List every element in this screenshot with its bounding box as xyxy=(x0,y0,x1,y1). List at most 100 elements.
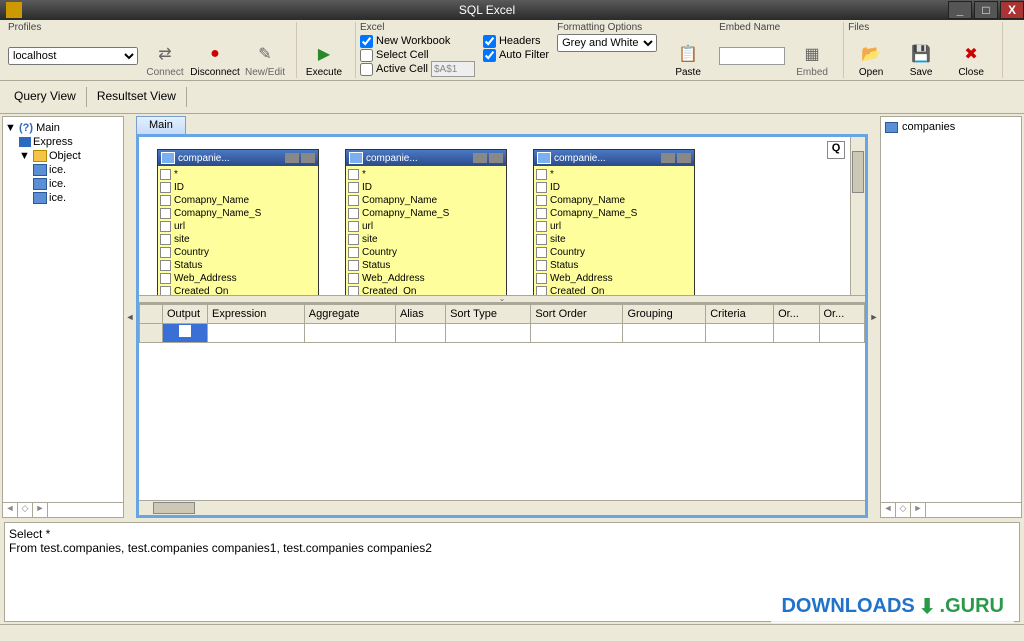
field-item[interactable]: Comapny_Name_S xyxy=(348,207,504,220)
tree-ice-2[interactable]: ice. xyxy=(5,191,121,205)
field-item[interactable]: Status xyxy=(160,259,316,272)
select-cell-check[interactable]: Select Cell xyxy=(360,48,475,62)
files-label: Files xyxy=(848,22,994,33)
field-item[interactable]: ID xyxy=(160,181,316,194)
field-item[interactable]: Created_On xyxy=(348,285,504,295)
field-item[interactable]: * xyxy=(160,168,316,181)
field-item[interactable]: Web_Address xyxy=(160,272,316,285)
newedit-button[interactable]: ✎New/Edit xyxy=(242,34,288,78)
field-item[interactable]: Country xyxy=(348,246,504,259)
excel-label: Excel xyxy=(360,22,475,33)
left-nav-next[interactable]: ► xyxy=(33,503,48,517)
close-icon: ✖ xyxy=(960,43,982,65)
tree-ice-1[interactable]: ice. xyxy=(5,177,121,191)
grid-header[interactable]: Sort Type xyxy=(446,304,531,323)
field-item[interactable]: site xyxy=(160,233,316,246)
table-list-item[interactable]: companies xyxy=(885,121,1017,133)
close-window-button[interactable]: X xyxy=(1000,1,1024,19)
field-item[interactable]: * xyxy=(348,168,504,181)
headers-check[interactable]: Headers xyxy=(483,34,549,48)
minimize-button[interactable]: _ xyxy=(948,1,972,19)
autofilter-check[interactable]: Auto Filter xyxy=(483,48,549,62)
maximize-button[interactable]: □ xyxy=(974,1,998,19)
tab-resultset-view[interactable]: Resultset View xyxy=(91,87,182,107)
restore-icon[interactable] xyxy=(677,153,691,163)
right-nav-next[interactable]: ► xyxy=(911,503,926,517)
grid-header[interactable]: Alias xyxy=(395,304,445,323)
save-button[interactable]: 💾Save xyxy=(898,34,944,78)
field-item[interactable]: Comapny_Name_S xyxy=(160,207,316,220)
tree-express[interactable]: Express xyxy=(5,135,121,149)
grid-header[interactable]: Criteria xyxy=(706,304,774,323)
minimize-icon[interactable] xyxy=(661,153,675,163)
criteria-grid[interactable]: OutputExpressionAggregateAliasSort TypeS… xyxy=(139,303,865,343)
right-collapse-handle[interactable]: ► xyxy=(870,114,878,520)
embed-button[interactable]: ▦Embed xyxy=(789,34,835,78)
right-nav-prev[interactable]: ◄ xyxy=(881,503,896,517)
minimize-icon[interactable] xyxy=(285,153,299,163)
field-item[interactable]: url xyxy=(160,220,316,233)
field-item[interactable]: ID xyxy=(536,181,692,194)
tree-main[interactable]: ▼ (?) Main xyxy=(5,121,121,135)
design-canvas[interactable]: Q companie...*IDComapny_NameComapny_Name… xyxy=(139,137,865,295)
field-item[interactable]: Country xyxy=(536,246,692,259)
field-item[interactable]: Comapny_Name xyxy=(160,194,316,207)
grid-header[interactable]: Aggregate xyxy=(304,304,395,323)
grid-header[interactable]: Or... xyxy=(819,304,865,323)
right-nav-mid[interactable]: ◇ xyxy=(896,503,911,517)
field-item[interactable]: ID xyxy=(348,181,504,194)
field-item[interactable]: Status xyxy=(536,259,692,272)
field-item[interactable]: site xyxy=(348,233,504,246)
close-button[interactable]: ✖Close xyxy=(948,34,994,78)
field-item[interactable]: url xyxy=(536,220,692,233)
field-item[interactable]: Web_Address xyxy=(348,272,504,285)
grid-header[interactable]: Sort Order xyxy=(531,304,623,323)
field-item[interactable]: * xyxy=(536,168,692,181)
left-nav-prev[interactable]: ◄ xyxy=(3,503,18,517)
field-item[interactable]: Created_On xyxy=(160,285,316,295)
table-window-titlebar[interactable]: companie... xyxy=(346,150,506,166)
table-window-titlebar[interactable]: companie... xyxy=(158,150,318,166)
minimize-icon[interactable] xyxy=(473,153,487,163)
field-item[interactable]: Status xyxy=(348,259,504,272)
output-cell[interactable] xyxy=(163,323,208,342)
canvas-vscroll[interactable] xyxy=(850,137,865,295)
field-item[interactable]: url xyxy=(348,220,504,233)
center-tab-main[interactable]: Main xyxy=(136,116,186,134)
restore-icon[interactable] xyxy=(489,153,503,163)
new-workbook-check[interactable]: New Workbook xyxy=(360,34,475,48)
grid-header[interactable]: Or... xyxy=(774,304,819,323)
left-nav-mid[interactable]: ◇ xyxy=(18,503,33,517)
field-item[interactable]: Created_On xyxy=(536,285,692,295)
horizontal-splitter[interactable]: ⌄ xyxy=(139,295,865,303)
connect-button[interactable]: ⇄Connect xyxy=(142,34,188,78)
field-item[interactable]: Country xyxy=(160,246,316,259)
table-window-0[interactable]: companie... *IDComapny_NameComapny_Name_S… xyxy=(157,149,319,295)
execute-button[interactable]: ▶Execute xyxy=(301,34,347,78)
grid-header[interactable]: Grouping xyxy=(623,304,706,323)
formatting-select[interactable]: Grey and White xyxy=(557,34,657,52)
open-button[interactable]: 📂Open xyxy=(848,34,894,78)
tree-object[interactable]: ▼ Object xyxy=(5,149,121,163)
field-item[interactable]: Web_Address xyxy=(536,272,692,285)
field-item[interactable]: Comapny_Name_S xyxy=(536,207,692,220)
designer-hscroll[interactable] xyxy=(139,500,865,515)
paste-button[interactable]: 📋Paste xyxy=(665,34,711,78)
disconnect-button[interactable]: ●Disconnect xyxy=(192,34,238,78)
field-item[interactable]: Comapny_Name xyxy=(536,194,692,207)
embed-name-input[interactable] xyxy=(719,47,785,65)
field-item[interactable]: site xyxy=(536,233,692,246)
restore-icon[interactable] xyxy=(301,153,315,163)
table-window-2[interactable]: companie... *IDComapny_NameComapny_Name_S… xyxy=(533,149,695,295)
grid-header[interactable]: Output xyxy=(163,304,208,323)
grid-header[interactable]: Expression xyxy=(208,304,305,323)
tree-ice-0[interactable]: ice. xyxy=(5,163,121,177)
tab-query-view[interactable]: Query View xyxy=(8,87,82,107)
field-item[interactable]: Comapny_Name xyxy=(348,194,504,207)
table-window-1[interactable]: companie... *IDComapny_NameComapny_Name_S… xyxy=(345,149,507,295)
q-icon[interactable]: Q xyxy=(827,141,845,159)
left-collapse-handle[interactable]: ◄ xyxy=(126,114,134,520)
active-cell-check[interactable]: Active Cell xyxy=(360,63,428,76)
table-window-titlebar[interactable]: companie... xyxy=(534,150,694,166)
profile-select[interactable]: localhost xyxy=(8,47,138,65)
